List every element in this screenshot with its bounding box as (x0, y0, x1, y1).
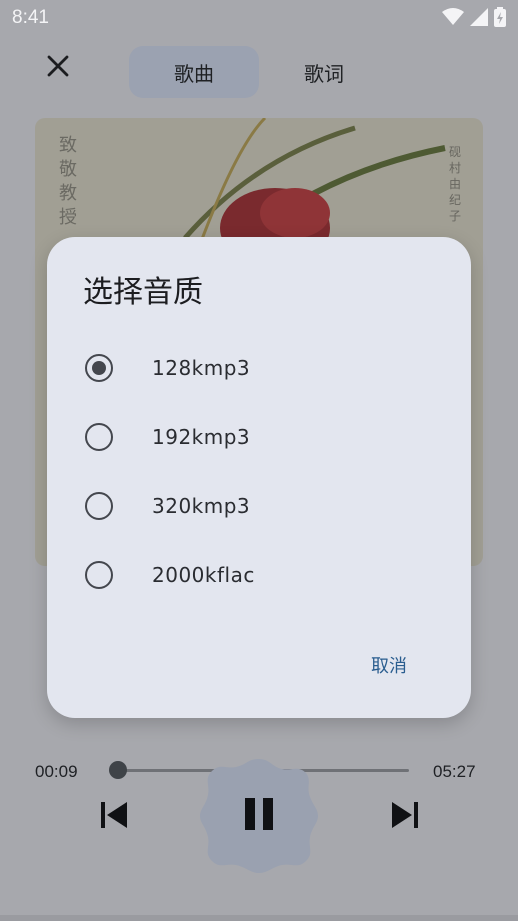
battery-icon (494, 7, 506, 31)
wifi-icon (442, 8, 464, 30)
next-button[interactable] (386, 798, 424, 836)
quality-option-label: 192kmp3 (152, 425, 251, 449)
pause-button[interactable] (200, 757, 318, 875)
status-time: 8:41 (12, 7, 49, 28)
quality-option-128kmp3[interactable]: 128kmp3 (83, 343, 433, 393)
quality-option-320kmp3[interactable]: 320kmp3 (83, 481, 433, 531)
progress-thumb[interactable] (109, 761, 127, 779)
close-icon (47, 55, 69, 81)
quality-option-label: 320kmp3 (152, 494, 251, 518)
dialog-title: 选择音质 (83, 275, 203, 310)
quality-option-192kmp3[interactable]: 192kmp3 (83, 412, 433, 462)
pause-icon (243, 796, 275, 836)
skip-next-icon (390, 800, 420, 834)
status-icons (442, 7, 506, 31)
quality-option-label: 128kmp3 (152, 356, 251, 380)
quality-option-label: 2000kflac (152, 563, 255, 587)
radio-button[interactable] (85, 423, 113, 451)
navigation-bar (0, 915, 518, 921)
signal-icon (470, 8, 488, 30)
previous-button[interactable] (95, 798, 133, 836)
current-time: 00:09 (35, 762, 78, 781)
quality-dialog: 选择音质 128kmp3 192kmp3 320kmp3 2000kflac 取… (47, 237, 471, 718)
radio-button[interactable] (85, 492, 113, 520)
total-time: 05:27 (433, 762, 476, 781)
skip-previous-icon (99, 800, 129, 834)
quality-option-2000kflac[interactable]: 2000kflac (83, 550, 433, 600)
album-title: 致敬教授 (59, 135, 77, 228)
cancel-button[interactable]: 取消 (359, 647, 419, 683)
radio-button-selected[interactable] (85, 354, 113, 382)
tab-lyrics[interactable]: 歌词 (259, 46, 389, 98)
status-bar: 8:41 (0, 0, 518, 36)
radio-button[interactable] (85, 561, 113, 589)
album-artist: 砚村由纪子 (449, 145, 462, 223)
close-button[interactable] (40, 50, 76, 86)
tab-song[interactable]: 歌曲 (129, 46, 259, 98)
